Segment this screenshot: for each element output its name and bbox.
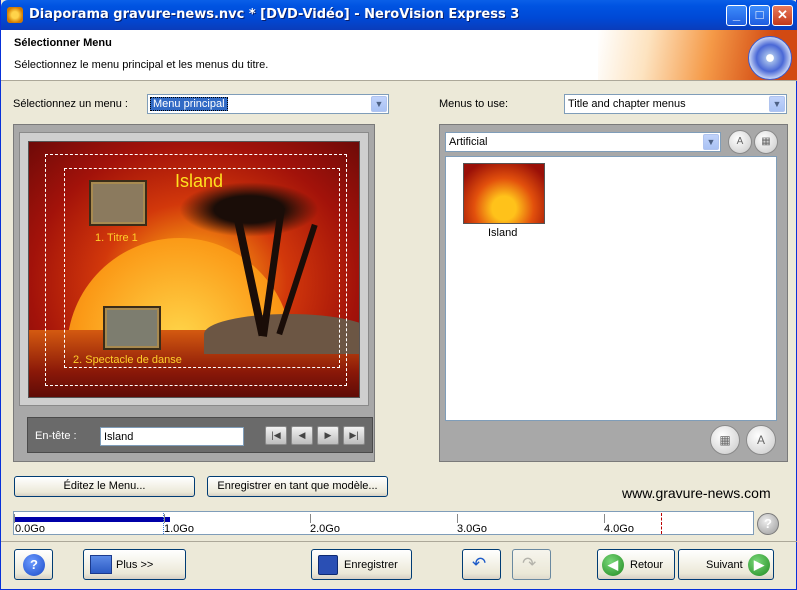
capacity-fill <box>15 517 170 522</box>
menus-to-use-select[interactable]: Title and chapter menus ▼ <box>564 94 787 114</box>
back-button[interactable]: ◀ Retour <box>597 549 675 580</box>
header-edit-bar: En-tête : |◀ ◀ ▶ ▶| <box>27 417 373 453</box>
more-button-label: Plus >> <box>116 559 154 571</box>
chevron-down-icon[interactable]: ▼ <box>769 96 785 112</box>
header-input[interactable] <box>100 427 244 446</box>
menu-preview: Island 1. Titre 1 2. Spectacle de danse <box>28 141 360 398</box>
first-icon[interactable]: |◀ <box>265 426 287 445</box>
menu-button-label-1[interactable]: 1. Titre 1 <box>95 232 138 244</box>
capacity-bar: 0.0Go 1.0Go 2.0Go 3.0Go 4.0Go <box>13 511 754 535</box>
window-title: Diaporama gravure-news.nvc * [DVD-Vidéo]… <box>29 7 520 22</box>
minimize-button[interactable]: _ <box>726 5 747 26</box>
capacity-tick-label: 2.0Go <box>310 523 340 535</box>
capacity-help-icon[interactable]: ? <box>757 513 779 535</box>
menu-select[interactable]: Menu principal ▼ <box>147 94 389 114</box>
prev-icon[interactable]: ◀ <box>291 426 313 445</box>
menus-to-use-value: Title and chapter menus <box>568 98 686 110</box>
preview-title: Island <box>175 171 224 191</box>
template-thumb-island[interactable] <box>463 163 545 224</box>
text-properties-icon[interactable]: A <box>728 130 752 154</box>
next-button-label: Suivant <box>706 559 743 571</box>
more-options-icon <box>90 555 112 574</box>
chevron-down-icon[interactable]: ▼ <box>703 134 719 150</box>
menus-to-use-label: Menus to use: <box>439 98 509 110</box>
page-title: Sélectionner Menu <box>14 37 112 49</box>
help-icon: ? <box>23 554 45 576</box>
page-subtitle: Sélectionnez le menu principal et les me… <box>14 59 269 71</box>
menu-button-thumb-2[interactable] <box>105 308 159 348</box>
capacity-limit <box>661 513 662 534</box>
arrow-right-icon: ▶ <box>748 554 770 576</box>
capacity-tick-label: 1.0Go <box>164 523 194 535</box>
floppy-icon <box>318 555 338 575</box>
capacity-tick <box>604 514 605 523</box>
next-icon[interactable]: ▶ <box>317 426 339 445</box>
capacity-tick <box>457 514 458 523</box>
more-button[interactable]: Plus >> <box>83 549 186 580</box>
edit-menu-button[interactable]: Éditez le Menu... <box>14 476 195 497</box>
undo-icon: ↶ <box>472 554 487 573</box>
menu-button-thumb-1[interactable] <box>91 182 145 224</box>
save-button[interactable]: Enregistrer <box>311 549 412 580</box>
menu-button-label-2[interactable]: 2. Spectacle de danse <box>73 354 182 366</box>
capacity-tick <box>164 514 165 523</box>
template-name[interactable]: Island <box>488 227 517 239</box>
main-window: Diaporama gravure-news.nvc * [DVD-Vidéo]… <box>0 0 797 590</box>
redo-button[interactable]: ↷ <box>512 549 551 580</box>
capacity-tick-label: 3.0Go <box>457 523 487 535</box>
footer-divider <box>1 541 797 542</box>
page-header: Sélectionner Menu Sélectionnez le menu p… <box>1 30 797 81</box>
watermark-text: www.gravure-news.com <box>622 485 771 501</box>
last-icon[interactable]: ▶| <box>343 426 365 445</box>
capacity-tick-label: 4.0Go <box>604 523 634 535</box>
capacity-tick-label: 0.0Go <box>15 523 45 535</box>
menu-select-value: Menu principal <box>150 97 228 111</box>
template-gallery: Island <box>445 156 777 421</box>
button-layout-icon[interactable]: ▦ <box>710 425 740 455</box>
capacity-tick <box>310 514 311 523</box>
layout-icon[interactable]: ▦ <box>754 130 778 154</box>
category-select[interactable]: Artificial ▼ <box>445 132 721 152</box>
app-icon <box>7 7 23 23</box>
chevron-down-icon[interactable]: ▼ <box>371 96 387 112</box>
title-bar[interactable]: Diaporama gravure-news.nvc * [DVD-Vidéo]… <box>1 0 797 30</box>
close-button[interactable]: ✕ <box>772 5 793 26</box>
arrow-left-icon: ◀ <box>602 554 624 576</box>
disc-icon <box>748 36 792 80</box>
capacity-tick <box>14 514 15 523</box>
save-template-button[interactable]: Enregistrer en tant que modèle... <box>207 476 388 497</box>
font-icon[interactable]: A <box>746 425 776 455</box>
undo-button[interactable]: ↶ <box>462 549 501 580</box>
back-button-label: Retour <box>630 559 664 571</box>
header-label: En-tête : <box>35 430 77 442</box>
next-button[interactable]: Suivant ▶ <box>678 549 774 580</box>
category-value: Artificial <box>449 136 488 148</box>
select-menu-label: Sélectionnez un menu : <box>13 98 128 110</box>
maximize-button[interactable]: □ <box>749 5 770 26</box>
redo-icon: ↷ <box>522 554 537 573</box>
save-button-label: Enregistrer <box>344 559 398 571</box>
help-button[interactable]: ? <box>14 549 53 580</box>
